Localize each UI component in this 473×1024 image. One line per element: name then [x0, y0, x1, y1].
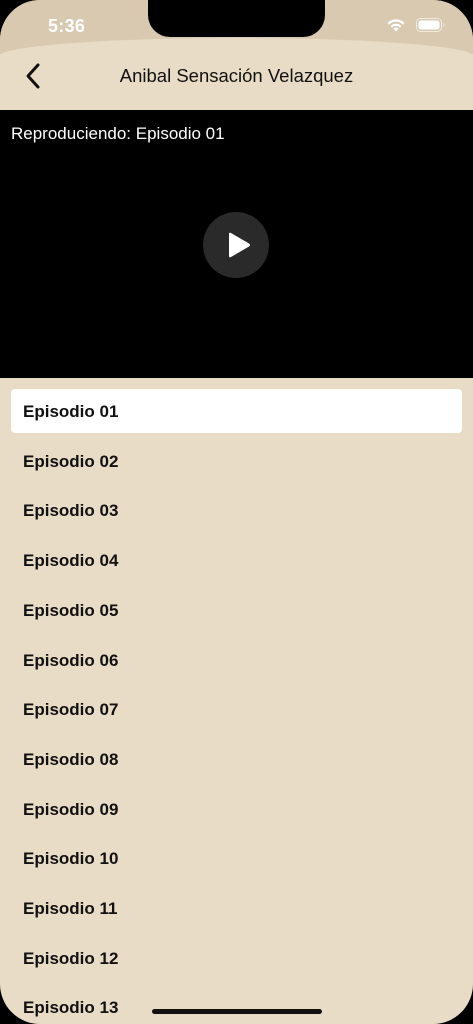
episode-label: Episodio 09 [23, 799, 119, 819]
home-indicator[interactable] [152, 1009, 322, 1014]
episode-item[interactable]: Episodio 08 [11, 737, 462, 781]
page-title: Anibal Sensación Velazquez [119, 65, 354, 86]
episode-item[interactable]: Episodio 03 [11, 488, 462, 532]
play-button[interactable] [203, 212, 269, 278]
app-screen: 5:36 Anibal Sensación Velazquez Reproduc… [0, 0, 473, 1024]
episode-item[interactable]: Episodio 01 [11, 389, 462, 433]
episode-label: Episodio 04 [23, 551, 119, 571]
notch [148, 0, 325, 37]
episode-label: Episodio 12 [23, 948, 119, 968]
chevron-left-icon [26, 63, 40, 89]
episode-label: Episodio 13 [23, 998, 119, 1018]
episode-item[interactable]: Episodio 10 [11, 836, 462, 880]
wifi-icon [387, 19, 405, 32]
episode-label: Episodio 07 [23, 700, 119, 720]
episode-label: Episodio 08 [23, 749, 119, 769]
episode-item[interactable]: Episodio 09 [11, 787, 462, 831]
episode-item[interactable]: Episodio 11 [11, 886, 462, 930]
navigation-bar: Anibal Sensación Velazquez [0, 38, 473, 110]
battery-icon [416, 18, 445, 32]
episode-label: Episodio 06 [23, 650, 119, 670]
episode-item[interactable]: Episodio 02 [11, 439, 462, 483]
play-icon [229, 232, 250, 258]
episode-item[interactable]: Episodio 04 [11, 538, 462, 582]
episode-label: Episodio 10 [23, 849, 119, 869]
video-player[interactable]: Reproduciendo: Episodio 01 [0, 110, 473, 378]
episode-list: Episodio 01 Episodio 02 Episodio 03 Episodi… [0, 378, 473, 1024]
episode-label: Episodio 01 [23, 402, 119, 421]
episode-label: Episodio 11 [23, 899, 118, 918]
episode-label: Episodio 05 [23, 600, 119, 620]
episode-item[interactable]: Episodio 13 [11, 985, 462, 1024]
status-time: 5:36 [48, 16, 86, 36]
episode-label: Episodio 03 [23, 501, 119, 521]
episode-item[interactable]: Episodio 05 [11, 588, 462, 632]
now-playing-label: Reproduciendo: Episodio 01 [11, 124, 225, 143]
episode-item[interactable]: Episodio 12 [11, 936, 462, 980]
episode-item[interactable]: Episodio 06 [11, 638, 462, 682]
episode-label: Episodio 02 [23, 451, 119, 471]
back-button[interactable] [20, 62, 48, 90]
episode-item[interactable]: Episodio 07 [11, 687, 462, 731]
